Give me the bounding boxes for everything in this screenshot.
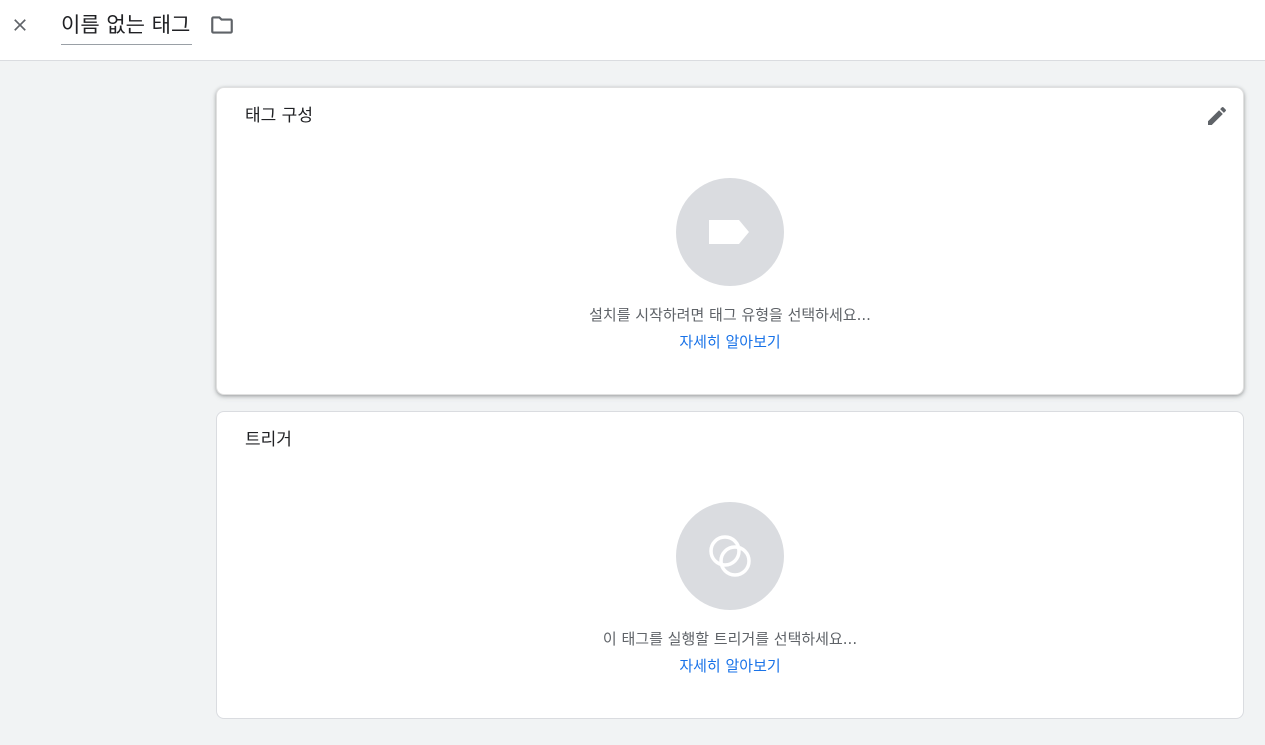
tag-type-placeholder[interactable] bbox=[676, 178, 784, 286]
trigger-icon bbox=[709, 535, 751, 577]
triggering-card[interactable]: 트리거 이 태그를 실행할 트리거를 선택하세요... 자세히 알아보기 bbox=[216, 411, 1244, 719]
pencil-icon[interactable] bbox=[1203, 102, 1231, 130]
trigger-hint: 이 태그를 실행할 트리거를 선택하세요... bbox=[602, 630, 858, 648]
top-bar: 이름 없는 태그 bbox=[0, 0, 1265, 61]
tag-icon bbox=[709, 220, 749, 244]
tag-learn-more-link-row: 자세히 알아보기 bbox=[217, 332, 1243, 352]
close-icon[interactable] bbox=[6, 11, 34, 39]
tag-configuration-title: 태그 구성 bbox=[245, 106, 313, 126]
folder-icon[interactable] bbox=[208, 11, 236, 39]
trigger-learn-more-link[interactable]: 자세히 알아보기 bbox=[679, 657, 780, 675]
tag-name-field[interactable]: 이름 없는 태그 bbox=[61, 8, 193, 45]
tag-name-input[interactable]: 이름 없는 태그 bbox=[61, 8, 192, 42]
triggering-title: 트리거 bbox=[245, 430, 292, 450]
tag-learn-more-link[interactable]: 자세히 알아보기 bbox=[679, 333, 780, 351]
tag-type-hint: 설치를 시작하려면 태그 유형을 선택하세요... bbox=[589, 306, 871, 324]
tag-configuration-card[interactable]: 태그 구성 설치를 시작하려면 태그 유형을 선택하세요... 자세히 알아보기 bbox=[216, 87, 1244, 395]
trigger-placeholder[interactable] bbox=[676, 502, 784, 610]
trigger-learn-more-link-row: 자세히 알아보기 bbox=[217, 656, 1243, 676]
